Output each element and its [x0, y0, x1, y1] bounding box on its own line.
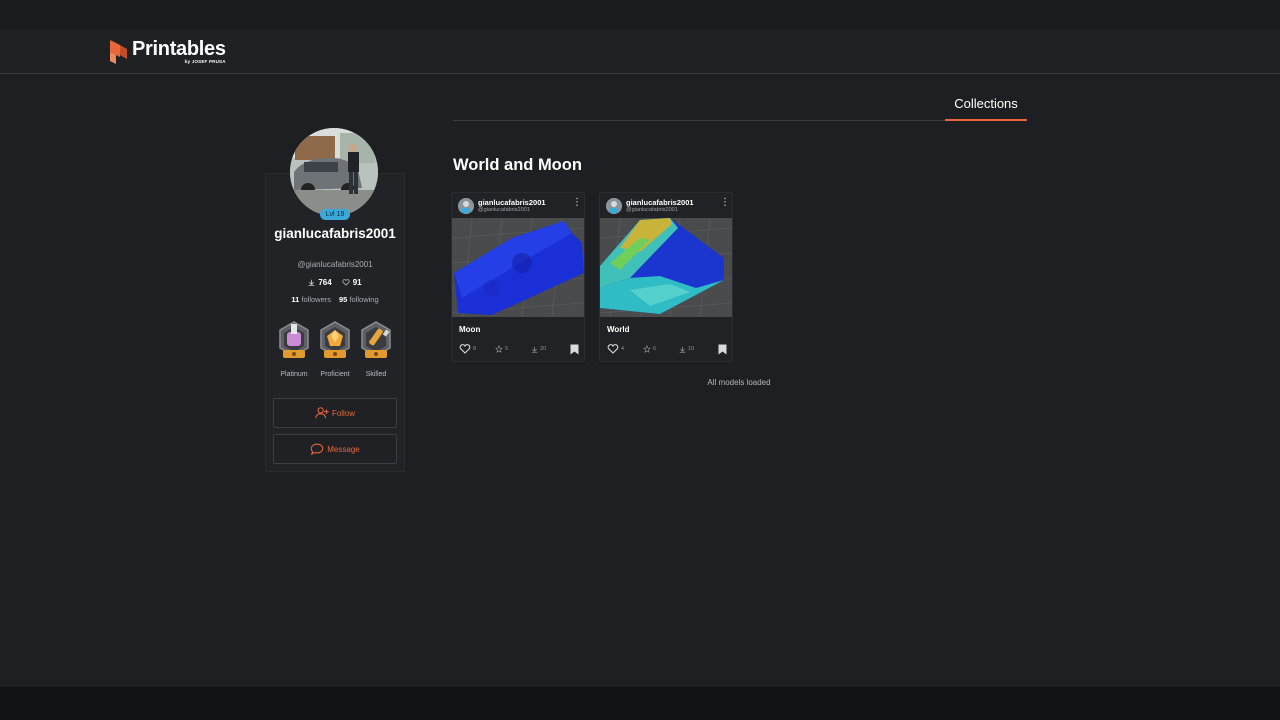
downloads-count: 764: [318, 278, 332, 287]
followers-count: 11: [291, 295, 300, 304]
star-icon: [495, 345, 503, 353]
followers-link[interactable]: 11 followers: [291, 295, 331, 304]
downloads-stat: 20: [531, 346, 569, 353]
rating-stat: 6: [643, 345, 679, 353]
bookmark-icon: [570, 344, 579, 354]
following-count: 95: [339, 295, 348, 304]
card-title[interactable]: World: [607, 325, 630, 334]
chat-bubble-icon: [311, 443, 324, 456]
load-status: All models loaded: [707, 378, 771, 387]
model-thumbnail[interactable]: [600, 218, 732, 317]
card-title[interactable]: Moon: [459, 325, 480, 334]
avatar[interactable]: [290, 128, 378, 216]
collection-title: World and Moon: [453, 156, 582, 174]
downloads-stat: 10: [679, 346, 717, 353]
rating-count: 5: [505, 346, 509, 352]
card-username[interactable]: gianlucafabris2001: [626, 198, 694, 207]
message-button[interactable]: Message: [273, 434, 397, 464]
heart-icon: [459, 344, 471, 354]
follow-button[interactable]: Follow: [273, 398, 397, 428]
badge-label: Skilled: [365, 371, 387, 378]
card-handle: @gianlucafabris2001: [626, 207, 678, 213]
logo-name: Printables: [132, 38, 226, 61]
moon-render: [452, 218, 584, 317]
star-icon: [643, 345, 651, 353]
user-avatar-icon: [606, 198, 622, 214]
download-icon: [309, 279, 315, 286]
card-avatar[interactable]: [458, 198, 474, 214]
add-user-icon: [315, 407, 329, 419]
tab-collections[interactable]: Collections: [945, 96, 1027, 111]
page-footer: [0, 687, 1280, 720]
heart-icon: [607, 344, 619, 354]
like-count: 8: [473, 346, 477, 352]
printables-logo-icon: [110, 40, 127, 64]
likes-stat: 91: [342, 278, 362, 287]
level-badge: Lvl 19: [320, 209, 350, 220]
bookmark-icon: [718, 344, 727, 354]
card-avatar[interactable]: [606, 198, 622, 214]
follow-label: Follow: [331, 408, 356, 418]
tabs-divider: [453, 120, 1027, 121]
user-avatar-icon: [458, 198, 474, 214]
active-tab-indicator: [945, 119, 1027, 121]
rating-count: 6: [653, 346, 657, 352]
model-card: gianlucafabris2001 @gianlucafabris2001 ⋮…: [451, 192, 585, 362]
more-options-icon[interactable]: ⋮: [572, 198, 582, 210]
like-count: 4: [621, 346, 625, 352]
badge-label: Platinum: [280, 371, 308, 378]
download-icon: [531, 346, 538, 353]
logo-subtitle: by JOSEF PRUSA: [184, 59, 226, 65]
card-header: gianlucafabris2001 @gianlucafabris2001 ⋮: [606, 198, 730, 216]
site-header: Printables by JOSEF PRUSA: [0, 30, 1280, 74]
profile-handle: @gianlucafabris2001: [297, 260, 373, 269]
followers-label: followers: [301, 295, 331, 304]
bookmark-button[interactable]: [718, 344, 727, 355]
rating-stat: 5: [495, 345, 531, 353]
following-label: following: [349, 295, 379, 304]
card-handle: @gianlucafabris2001: [478, 207, 530, 213]
heart-icon: [342, 279, 350, 286]
card-header: gianlucafabris2001 @gianlucafabris2001 ⋮: [458, 198, 582, 216]
download-count: 10: [688, 346, 695, 352]
like-button[interactable]: 8: [459, 344, 495, 354]
badge-label: Proficient: [320, 371, 350, 378]
platinum-badge-icon: [279, 321, 309, 358]
download-count: 20: [540, 346, 547, 352]
profile-stats: 764 91: [266, 278, 404, 287]
browser-top-strip: [0, 0, 1280, 30]
badge-platinum[interactable]: Platinum: [274, 320, 314, 378]
card-footer: 8 5 20: [459, 343, 579, 355]
badges-row: Platinum Proficient Skilled: [274, 320, 396, 378]
follow-stats: 11 followers 95 following: [266, 295, 404, 304]
downloads-stat: 764: [308, 278, 332, 287]
printables-logo[interactable]: Printables by JOSEF PRUSA: [108, 38, 226, 66]
model-card: gianlucafabris2001 @gianlucafabris2001 ⋮…: [599, 192, 733, 362]
profile-username: gianlucafabris2001: [274, 226, 396, 241]
download-icon: [679, 346, 686, 353]
proficient-badge-icon: [320, 321, 350, 358]
world-render: [600, 218, 732, 317]
model-thumbnail[interactable]: [452, 218, 584, 317]
card-footer: 4 6 10: [607, 343, 727, 355]
badge-proficient[interactable]: Proficient: [315, 320, 355, 378]
skilled-badge-icon: [361, 321, 391, 358]
card-username[interactable]: gianlucafabris2001: [478, 198, 546, 207]
following-link[interactable]: 95 following: [339, 295, 379, 304]
likes-count: 91: [352, 278, 362, 287]
message-label: Message: [327, 444, 360, 454]
avatar-photo: [290, 128, 378, 216]
like-button[interactable]: 4: [607, 344, 643, 354]
more-options-icon[interactable]: ⋮: [720, 198, 730, 210]
bookmark-button[interactable]: [570, 344, 579, 355]
badge-skilled[interactable]: Skilled: [356, 320, 396, 378]
